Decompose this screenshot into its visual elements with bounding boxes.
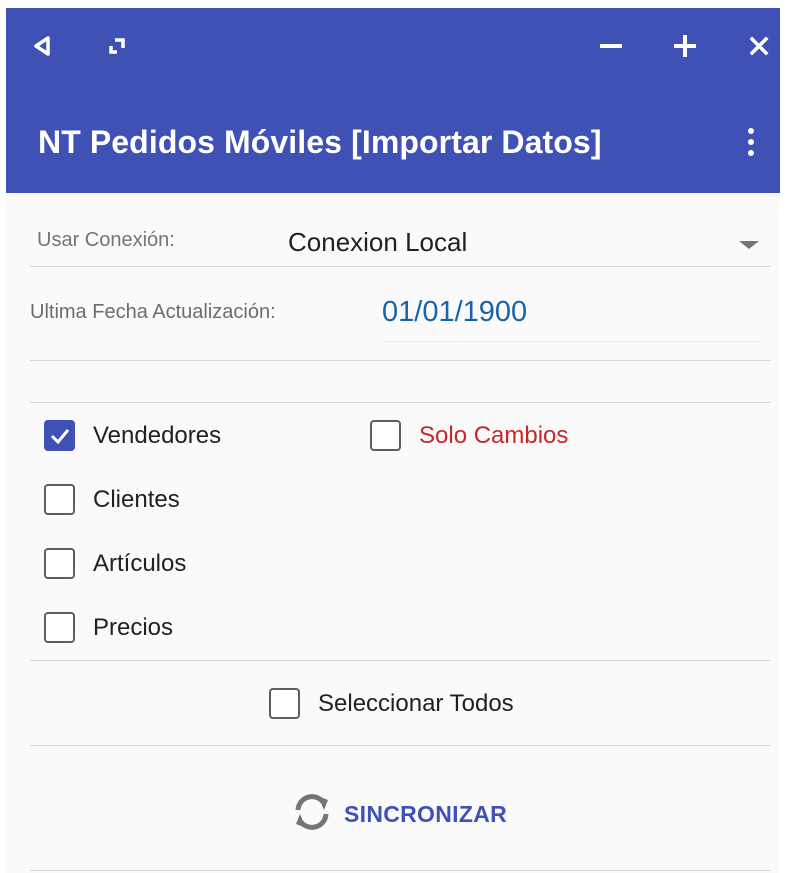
sync-label: SINCRONIZAR <box>344 801 508 827</box>
app-title: NT Pedidos Móviles [Importar Datos] <box>38 124 602 160</box>
checkbox-label-precios: Precios <box>93 613 174 641</box>
checkbox-checked-icon[interactable] <box>44 420 75 451</box>
divider <box>30 745 771 746</box>
minimize-icon[interactable] <box>593 28 629 64</box>
divider <box>30 660 771 661</box>
app-header: NT Pedidos Móviles [Importar Datos] <box>6 8 780 193</box>
last-update-value[interactable]: 01/01/1900 <box>382 296 527 329</box>
checkbox-precios[interactable]: Precios <box>44 612 173 643</box>
app-window: NT Pedidos Móviles [Importar Datos] Usar… <box>6 8 780 873</box>
last-update-label: Ultima Fecha Actualización: <box>30 301 276 323</box>
divider <box>30 360 771 361</box>
dropdown-arrow-icon <box>739 241 759 249</box>
checkbox-unchecked-icon[interactable] <box>44 484 75 515</box>
checkbox-label-articulos: Artículos <box>93 549 187 577</box>
checkbox-unchecked-icon[interactable] <box>44 548 75 579</box>
connection-selected-value: Conexion Local <box>288 227 468 257</box>
close-icon[interactable] <box>741 28 777 64</box>
checkbox-solo-cambios[interactable]: Solo Cambios <box>370 420 568 451</box>
checkbox-unchecked-icon[interactable] <box>269 688 300 719</box>
checkbox-label-solo-cambios: Solo Cambios <box>419 421 569 449</box>
connection-label: Usar Conexión: <box>37 229 175 251</box>
date-field-underline <box>382 341 762 342</box>
checkbox-unchecked-icon[interactable] <box>44 612 75 643</box>
overflow-menu-icon[interactable] <box>736 120 766 164</box>
divider <box>30 870 771 871</box>
checkbox-label-select-all: Seleccionar Todos <box>318 689 514 717</box>
connection-dropdown[interactable]: Conexion Local <box>276 223 771 271</box>
checkbox-label-vendedores: Vendedores <box>93 421 222 449</box>
sync-button[interactable]: SINCRONIZAR <box>288 788 507 841</box>
back-triangle-icon[interactable] <box>24 28 60 64</box>
plus-icon[interactable] <box>667 28 703 64</box>
checkbox-select-all[interactable]: Seleccionar Todos <box>269 688 514 719</box>
restore-window-icon[interactable] <box>99 28 135 64</box>
checkbox-label-clientes: Clientes <box>93 485 180 513</box>
sync-icon <box>288 788 336 841</box>
divider <box>30 402 771 403</box>
divider <box>30 266 771 267</box>
checkbox-articulos[interactable]: Artículos <box>44 548 186 579</box>
checkbox-unchecked-icon[interactable] <box>370 420 401 451</box>
checkbox-vendedores[interactable]: Vendedores <box>44 420 221 451</box>
checkbox-clientes[interactable]: Clientes <box>44 484 180 515</box>
